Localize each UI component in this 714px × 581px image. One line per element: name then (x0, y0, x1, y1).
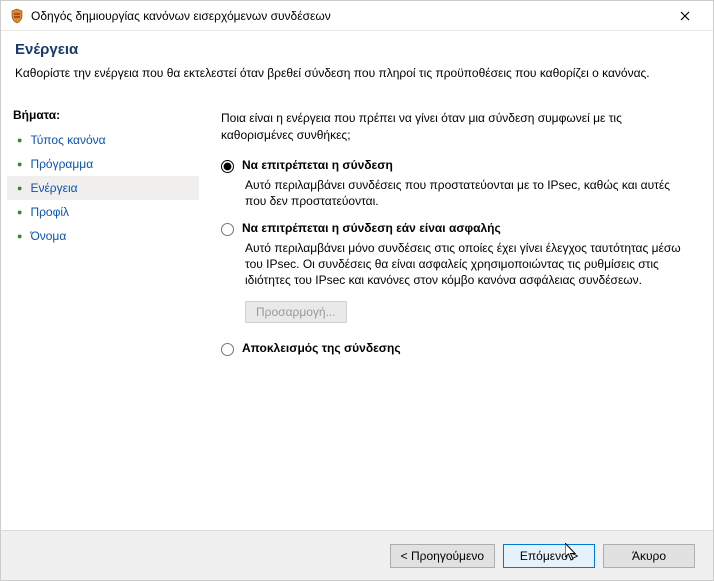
bullet-icon: ● (17, 184, 22, 193)
page-title: Ενέργεια (15, 41, 699, 58)
step-label: Προφίλ (30, 205, 69, 219)
step-name[interactable]: ● Όνομα (7, 224, 199, 248)
back-button[interactable]: < Προηγούμενο (390, 544, 495, 568)
window-title: Οδηγός δημιουργίας κανόνων εισερχόμενων … (31, 9, 665, 23)
steps-heading: Βήματα: (7, 104, 199, 128)
step-label: Πρόγραμμα (30, 157, 93, 171)
step-profile[interactable]: ● Προφίλ (7, 200, 199, 224)
option-description: Αυτό περιλαμβάνει συνδέσεις που προστατε… (245, 177, 693, 209)
customize-button: Προσαρμογή... (245, 301, 347, 323)
option-description: Αυτό περιλαμβάνει μόνο συνδέσεις στις οπ… (245, 240, 693, 289)
option-label: Να επιτρέπεται η σύνδεση (242, 158, 393, 172)
step-action[interactable]: ● Ενέργεια (7, 176, 199, 200)
content-wrap: Βήματα: ● Τύπος κανόνα ● Πρόγραμμα ● Ενέ… (1, 94, 713, 523)
option-label: Να επιτρέπεται η σύνδεση εάν είναι ασφαλ… (242, 221, 501, 235)
bullet-icon: ● (17, 136, 22, 145)
titlebar: Οδηγός δημιουργίας κανόνων εισερχόμενων … (1, 1, 713, 31)
option-label: Αποκλεισμός της σύνδεσης (242, 341, 401, 355)
step-program[interactable]: ● Πρόγραμμα (7, 152, 199, 176)
radio-block[interactable] (221, 343, 234, 356)
radio-allow[interactable] (221, 160, 234, 173)
step-label: Ενέργεια (30, 181, 77, 195)
steps-sidebar: Βήματα: ● Τύπος κανόνα ● Πρόγραμμα ● Ενέ… (1, 94, 199, 523)
option-allow-if-secure[interactable]: Να επιτρέπεται η σύνδεση εάν είναι ασφαλ… (221, 221, 693, 236)
step-label: Όνομα (30, 229, 66, 243)
dialog-root: Οδηγός δημιουργίας κανόνων εισερχόμενων … (1, 1, 713, 580)
radio-allow-secure[interactable] (221, 223, 234, 236)
next-button[interactable]: Επόμενο > (503, 544, 595, 568)
bullet-icon: ● (17, 232, 22, 241)
header-block: Ενέργεια Καθορίστε την ενέργεια που θα ε… (1, 31, 713, 94)
close-button[interactable] (665, 2, 705, 30)
option-block-connection[interactable]: Αποκλεισμός της σύνδεσης (221, 341, 693, 356)
cancel-button[interactable]: Άκυρο (603, 544, 695, 568)
footer-buttons: < Προηγούμενο Επόμενο > Άκυρο (1, 530, 713, 580)
step-rule-type[interactable]: ● Τύπος κανόνα (7, 128, 199, 152)
action-prompt: Ποια είναι η ενέργεια που πρέπει να γίνε… (221, 110, 693, 144)
step-label: Τύπος κανόνα (30, 133, 105, 147)
option-allow-connection[interactable]: Να επιτρέπεται η σύνδεση (221, 158, 693, 173)
main-panel: Ποια είναι η ενέργεια που πρέπει να γίνε… (199, 94, 713, 523)
firewall-icon (9, 8, 25, 24)
page-description: Καθορίστε την ενέργεια που θα εκτελεστεί… (15, 66, 699, 80)
bullet-icon: ● (17, 160, 22, 169)
bullet-icon: ● (17, 208, 22, 217)
